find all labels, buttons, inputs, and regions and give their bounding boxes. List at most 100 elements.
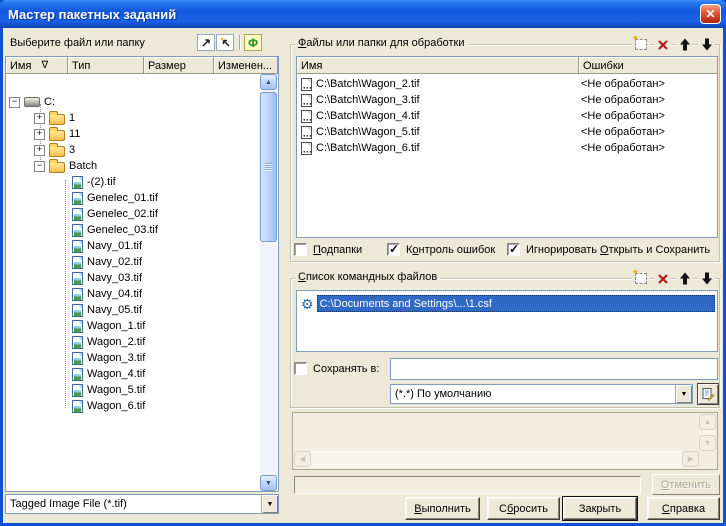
document-icon	[301, 110, 312, 123]
chevron-down-icon[interactable]: ▼	[261, 495, 278, 513]
subfolders-checkbox[interactable]: Подпапки	[294, 243, 362, 256]
arrow-up-icon	[679, 272, 691, 285]
tree-item-folder[interactable]: 11	[6, 126, 80, 142]
save-path-input[interactable]	[390, 358, 718, 380]
column-header-modified[interactable]: Изменен...	[214, 57, 278, 74]
column-header-type[interactable]: Тип	[68, 57, 144, 74]
tree-item-file[interactable]: Wagon_4.tif	[6, 366, 145, 382]
command-files-legend: Список командных файлов	[295, 271, 440, 283]
column-header-name[interactable]: Имя ∇	[6, 57, 68, 74]
column-header-name[interactable]: Имя	[297, 57, 579, 74]
close-icon[interactable]	[700, 4, 721, 24]
row-status: <Не обработан>	[575, 142, 665, 154]
help-button[interactable]: Справка	[647, 497, 720, 520]
checkbox-box[interactable]	[507, 243, 520, 256]
tree-item-file[interactable]: Wagon_6.tif	[6, 398, 145, 414]
scroll-up-icon[interactable]: ▲	[260, 74, 277, 90]
chevron-down-icon[interactable]: ▼	[675, 385, 692, 403]
tif-file-icon	[72, 272, 83, 285]
add-to-list-button[interactable]	[216, 34, 234, 51]
reset-button[interactable]: Сбросить	[487, 497, 560, 520]
format-properties-button[interactable]	[697, 383, 719, 405]
dialog-client-area: Выберите файл или папку Φ Имя ∇ Тип	[3, 28, 723, 523]
expand-icon[interactable]	[34, 129, 45, 140]
folder-icon	[49, 130, 65, 141]
tree-item-drive[interactable]: C:	[6, 94, 55, 110]
scrollbar-thumb[interactable]	[260, 92, 277, 242]
move-command-down-button[interactable]	[698, 271, 715, 286]
filter-combo-value: Tagged Image File (*.tif)	[6, 498, 261, 510]
row-status: <Не обработан>	[575, 94, 665, 106]
sort-filter-icon: ∇	[41, 60, 48, 71]
tree-item-file[interactable]: Wagon_1.tif	[6, 318, 145, 334]
delete-command-file-button[interactable]	[654, 271, 671, 286]
folder-tree-view: Имя ∇ Тип Размер Изменен...	[5, 56, 279, 492]
tree-item-folder[interactable]: 3	[6, 142, 75, 158]
tree-item-file[interactable]: Navy_02.tif	[6, 254, 142, 270]
checkbox-box[interactable]	[294, 362, 307, 375]
close-button[interactable]: Закрыть	[563, 497, 637, 520]
move-up-button[interactable]	[676, 37, 693, 52]
tree-item-file[interactable]: -(2).tif	[6, 174, 116, 190]
add-command-file-button[interactable]	[632, 271, 649, 286]
tree-item-file[interactable]: Navy_04.tif	[6, 286, 142, 302]
move-down-button[interactable]	[698, 37, 715, 52]
save-to-checkbox[interactable]: Сохранять в:	[294, 362, 379, 375]
file-type-filter-combo[interactable]: Tagged Image File (*.tif) ▼	[5, 494, 279, 514]
new-item-icon	[635, 273, 647, 284]
tree-item-file[interactable]: Genelec_03.tif	[6, 222, 158, 238]
process-list-body: C:\Batch\Wagon_2.tif <Не обработан> C:\B…	[297, 74, 717, 156]
collapse-icon[interactable]	[9, 97, 20, 108]
refresh-tree-button[interactable]: Φ	[244, 34, 262, 51]
move-command-up-button[interactable]	[676, 271, 693, 286]
command-file-row-selected[interactable]: ⚙ C:\Documents and Settings\...\1.csf	[299, 295, 715, 312]
column-header-errors[interactable]: Ошибки	[579, 57, 717, 74]
save-format-combo[interactable]: (*.*) По умолчанию ▼	[390, 384, 693, 404]
tree-item-file[interactable]: Genelec_02.tif	[6, 206, 158, 222]
process-row[interactable]: C:\Batch\Wagon_4.tif <Не обработан>	[297, 108, 717, 124]
toolbar-separator	[239, 35, 241, 50]
arrow-up-icon	[679, 38, 691, 51]
process-row[interactable]: C:\Batch\Wagon_2.tif <Не обработан>	[297, 76, 717, 92]
scroll-right-icon: ▶	[682, 451, 699, 467]
scroll-down-icon: ▼	[699, 435, 716, 451]
process-row[interactable]: C:\Batch\Wagon_3.tif <Не обработан>	[297, 92, 717, 108]
tree-item-file[interactable]: Wagon_2.tif	[6, 334, 145, 350]
properties-sheet-icon	[701, 387, 715, 401]
run-button[interactable]: Выполнить	[405, 497, 480, 520]
jump-to-folder-button[interactable]	[197, 34, 215, 51]
tree-item-file[interactable]: Navy_01.tif	[6, 238, 142, 254]
dialog-window: Мастер пакетных заданий Выберите файл ил…	[0, 0, 726, 526]
tree-item-file[interactable]: Wagon_3.tif	[6, 350, 145, 366]
tree-item-file[interactable]: Navy_05.tif	[6, 302, 142, 318]
error-control-checkbox[interactable]: Контроль ошибок	[387, 243, 495, 256]
log-horizontal-scrollbar: ◀ ▶	[294, 451, 699, 468]
tif-file-icon	[72, 368, 83, 381]
scroll-down-icon[interactable]: ▼	[260, 475, 277, 491]
checkbox-label: Игнорировать Открыть и Сохранить	[526, 244, 710, 256]
tif-file-icon	[72, 400, 83, 413]
tree-item-file[interactable]: Wagon_5.tif	[6, 382, 145, 398]
titlebar: Мастер пакетных заданий	[0, 0, 726, 28]
delete-item-button[interactable]	[654, 37, 671, 52]
collapse-icon[interactable]	[34, 161, 45, 172]
process-row[interactable]: C:\Batch\Wagon_6.tif <Не обработан>	[297, 140, 717, 156]
format-combo-value: (*.*) По умолчанию	[391, 388, 675, 400]
tree-item-folder-batch[interactable]: Batch	[6, 158, 97, 174]
column-header-size[interactable]: Размер	[144, 57, 214, 74]
ignore-open-save-checkbox[interactable]: Игнорировать Открыть и Сохранить	[507, 243, 710, 256]
process-row[interactable]: C:\Batch\Wagon_5.tif <Не обработан>	[297, 124, 717, 140]
left-panel-title: Выберите файл или папку	[10, 37, 145, 49]
delete-x-icon	[657, 39, 669, 51]
checkbox-label: Сохранять в:	[313, 363, 379, 375]
tree-item-file[interactable]: Navy_03.tif	[6, 270, 142, 286]
tree-item-folder[interactable]: 1	[6, 110, 75, 126]
expand-icon[interactable]	[34, 113, 45, 124]
expand-icon[interactable]	[34, 145, 45, 156]
checkbox-box[interactable]	[387, 243, 400, 256]
add-item-button[interactable]	[632, 37, 649, 52]
tree-item-file[interactable]: Genelec_01.tif	[6, 190, 158, 206]
tree-scrollbar[interactable]: ▲ ▼	[260, 74, 277, 491]
checkbox-box[interactable]	[294, 243, 307, 256]
tif-file-icon	[72, 176, 83, 189]
